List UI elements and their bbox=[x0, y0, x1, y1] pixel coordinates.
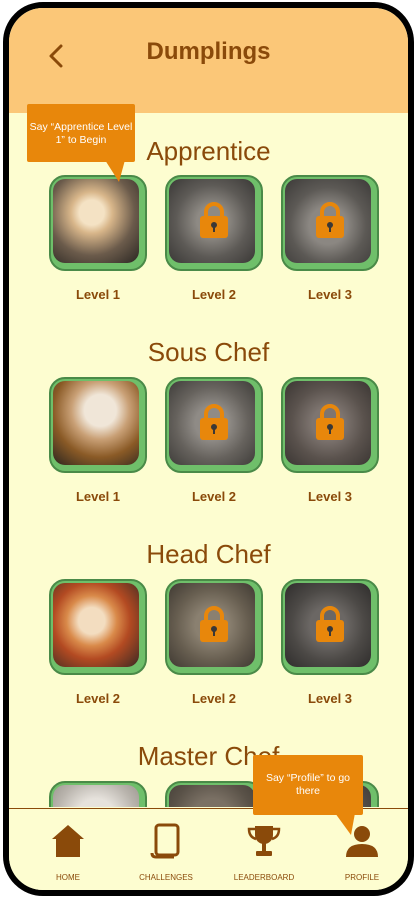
level-list[interactable]: Apprentice Level 1 Level 2 Level 3 Sous … bbox=[9, 113, 408, 807]
level-tile-apprentice-3[interactable] bbox=[281, 175, 379, 275]
tab-label-home: HOME bbox=[56, 873, 80, 882]
level-tile-head-chef-1[interactable] bbox=[49, 579, 147, 679]
lock-icon bbox=[316, 404, 344, 440]
section-title-sous-chef: Sous Chef bbox=[147, 337, 270, 367]
lock-icon bbox=[316, 606, 344, 642]
tab-challenges[interactable]: CHALLENGES bbox=[121, 809, 211, 890]
page-title: Dumplings bbox=[146, 38, 271, 65]
trophy-icon bbox=[247, 826, 281, 856]
level-label: Level 3 bbox=[307, 489, 353, 504]
phone-frame: Dumplings Apprentice Level 1 Level 2 Lev… bbox=[3, 2, 414, 896]
header: Dumplings bbox=[9, 8, 408, 113]
level-tile-sous-chef-1[interactable] bbox=[49, 377, 147, 477]
lock-icon bbox=[200, 202, 228, 238]
home-icon bbox=[52, 825, 84, 857]
level-label: Level 3 bbox=[307, 287, 353, 302]
tab-leaderboard[interactable]: LEADERBOARD bbox=[219, 809, 309, 890]
section-title-head-chef: Head Chef bbox=[146, 539, 271, 569]
tab-label-challenges: CHALLENGES bbox=[139, 873, 193, 882]
level-tile-master-chef-2[interactable] bbox=[165, 781, 263, 807]
level-tile-master-chef-1[interactable] bbox=[49, 781, 147, 807]
level-label: Level 2 bbox=[191, 489, 237, 504]
tab-label-profile: PROFILE bbox=[344, 873, 380, 882]
level-tile-apprentice-2[interactable] bbox=[165, 175, 263, 275]
tab-label-leaderboard: LEADERBOARD bbox=[233, 873, 295, 882]
lock-icon bbox=[316, 202, 344, 238]
voice-hint-tooltip: Say “Apprentice Level 1” to Begin bbox=[27, 104, 135, 162]
level-label: Level 1 bbox=[75, 287, 121, 302]
level-tile-apprentice-1[interactable] bbox=[49, 175, 147, 275]
challenges-icon bbox=[150, 823, 180, 859]
lock-icon bbox=[200, 606, 228, 642]
voice-hint-tooltip-profile: Say “Profile” to go there bbox=[253, 755, 363, 815]
level-tile-sous-chef-2[interactable] bbox=[165, 377, 263, 477]
level-label: Level 3 bbox=[307, 691, 353, 706]
level-label: Level 1 bbox=[75, 489, 121, 504]
level-tile-head-chef-2[interactable] bbox=[165, 579, 263, 679]
level-label: Level 2 bbox=[75, 691, 121, 706]
tooltip-pointer bbox=[105, 160, 125, 182]
tab-home[interactable]: HOME bbox=[23, 809, 113, 890]
tab-profile[interactable]: PROFILE bbox=[317, 809, 407, 890]
lock-icon bbox=[200, 404, 228, 440]
level-label: Level 2 bbox=[191, 287, 237, 302]
level-label: Level 2 bbox=[191, 691, 237, 706]
level-tile-sous-chef-3[interactable] bbox=[281, 377, 379, 477]
tooltip-pointer bbox=[335, 813, 355, 835]
level-tile-head-chef-3[interactable] bbox=[281, 579, 379, 679]
